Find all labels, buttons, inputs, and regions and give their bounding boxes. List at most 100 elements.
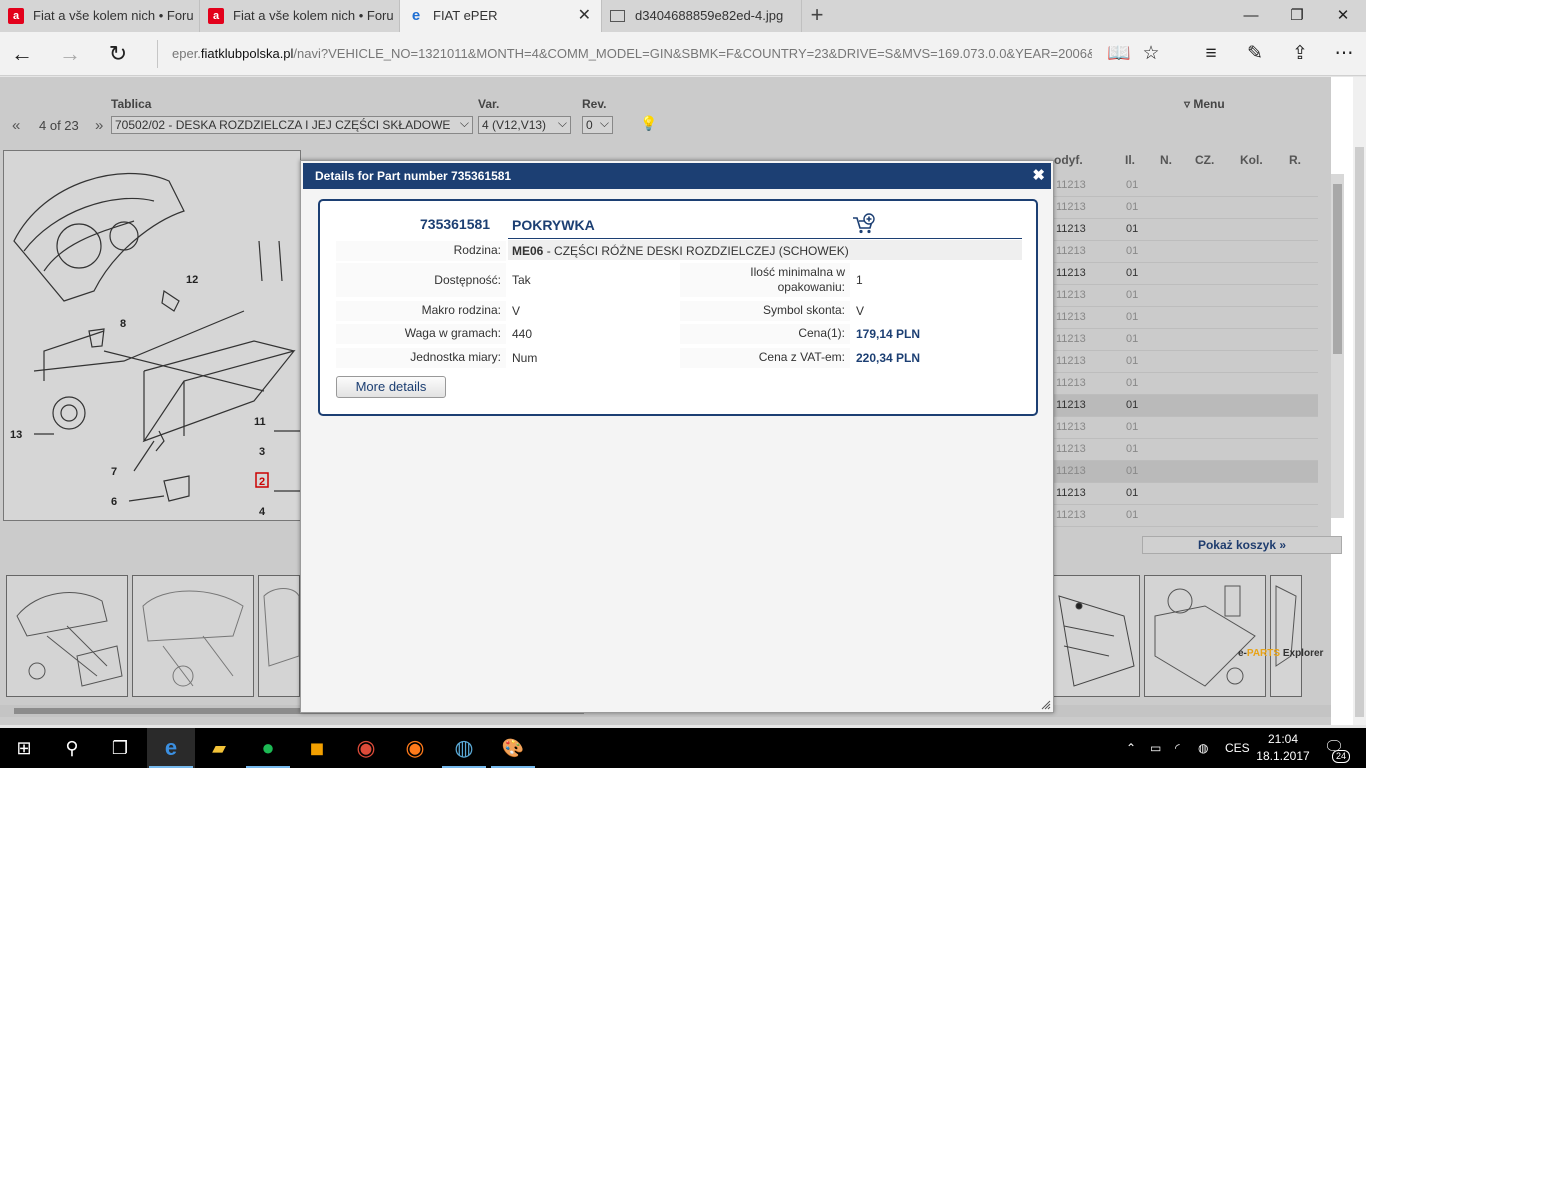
tab-fiat-eper[interactable]: e FIAT ePER ✕	[400, 0, 602, 32]
language-indicator[interactable]: CES	[1225, 728, 1250, 768]
rodzina-code: ME06	[512, 244, 544, 258]
thumbnail[interactable]	[1144, 575, 1266, 697]
page-scrollbar[interactable]	[1353, 77, 1366, 725]
prev-table-icon[interactable]: «	[12, 117, 20, 134]
more-details-button[interactable]: More details	[336, 376, 446, 398]
modification-cell: 11213	[1056, 267, 1086, 279]
rev-select[interactable]: 0	[582, 116, 613, 134]
table-row[interactable]: 11213 01	[1054, 219, 1318, 241]
modification-cell: 11213	[1056, 179, 1086, 191]
chrome-icon[interactable]: ◉	[342, 728, 390, 768]
quantity-cell: 01	[1126, 399, 1139, 411]
hub-icon[interactable]: ≡	[1193, 38, 1229, 70]
globe-icon[interactable]: ◍	[1198, 728, 1208, 768]
tab-forum-2[interactable]: a Fiat a vše kolem nich • Foru	[200, 0, 400, 32]
table-row[interactable]: 11213 01	[1054, 197, 1318, 219]
search-icon[interactable]: ⚲	[48, 728, 96, 768]
quantity-cell: 01	[1126, 377, 1139, 389]
resize-grip-icon[interactable]	[1039, 698, 1051, 710]
table-row[interactable]: 11213 01	[1054, 439, 1318, 461]
thumbnail[interactable]	[1054, 575, 1140, 697]
edge-taskbar-icon[interactable]: e	[147, 728, 195, 768]
diagram-label: 7	[111, 466, 117, 478]
battery-icon[interactable]: ▭	[1150, 728, 1161, 768]
back-button[interactable]: ←	[4, 38, 40, 70]
paint-icon[interactable]: 🎨	[489, 728, 537, 768]
table-row[interactable]: 11213 01	[1054, 461, 1318, 483]
table-row[interactable]: 11213 01	[1054, 505, 1318, 527]
favorite-star-icon[interactable]: ☆	[1133, 38, 1169, 70]
thumbnail-drawing	[16, 592, 123, 687]
url-field[interactable]: eper.fiatklubpolska.pl/navi?VEHICLE_NO=1…	[157, 40, 1092, 68]
diagram-label: 4	[259, 506, 266, 518]
tab-title: Fiat a vše kolem nich • Foru	[233, 8, 394, 23]
show-cart-button[interactable]: Pokaż koszyk »	[1142, 536, 1342, 554]
table-row[interactable]: 11213 01	[1054, 351, 1318, 373]
close-tab-icon[interactable]: ✕	[578, 0, 591, 32]
table-row[interactable]: 11213 01	[1054, 263, 1318, 285]
minimize-button[interactable]: —	[1228, 0, 1274, 32]
page-counter: 4 of 23	[39, 118, 79, 133]
refresh-button[interactable]: ↻	[100, 38, 136, 70]
thumbnail[interactable]	[132, 575, 254, 697]
table-select[interactable]: 70502/02 - DESKA ROZDZIELCZA I JEJ CZĘŚC…	[111, 116, 473, 134]
start-button[interactable]: ⊞	[0, 728, 48, 768]
grid-scroll-thumb[interactable]	[1333, 184, 1342, 354]
thumbnail[interactable]	[258, 575, 300, 697]
thumbnail-drawing	[1058, 595, 1135, 687]
rodzina-label: Rodzina:	[336, 241, 506, 261]
table-row[interactable]: 11213 01	[1054, 395, 1318, 417]
menu-link[interactable]: ▿ Menu	[1184, 97, 1225, 111]
page-scroll-thumb[interactable]	[1355, 147, 1364, 717]
table-row[interactable]: 11213 01	[1054, 483, 1318, 505]
share-icon[interactable]: ⇪	[1282, 38, 1318, 70]
brand-explorer: Explorer	[1280, 648, 1324, 659]
eparts-explorer-logo: e-PARTS Explorer	[1238, 648, 1323, 659]
outlook-icon[interactable]: ◼	[293, 728, 341, 768]
grid-scrollbar[interactable]	[1331, 174, 1344, 518]
show-hidden-icons[interactable]: ⌃	[1126, 728, 1136, 768]
network-app-icon[interactable]: ◍	[440, 728, 488, 768]
restore-button[interactable]: ❐	[1274, 0, 1320, 32]
var-select[interactable]: 4 (V12,V13)	[478, 116, 571, 134]
tab-forum-1[interactable]: a Fiat a vše kolem nich • Foru	[0, 0, 200, 32]
table-row[interactable]: 11213 01	[1054, 373, 1318, 395]
parts-diagram[interactable]: 12 8 13 11 3 7 2 6 4	[3, 150, 301, 521]
tab-image[interactable]: d3404688859e82ed-4.jpg	[602, 0, 802, 32]
reading-view-icon[interactable]: 📖	[1101, 38, 1137, 70]
web-note-icon[interactable]: ✎	[1237, 38, 1273, 70]
thumbnail[interactable]	[6, 575, 128, 697]
new-tab-button[interactable]: +	[806, 0, 828, 32]
table-row[interactable]: 11213 01	[1054, 307, 1318, 329]
more-icon[interactable]: ⋯	[1326, 38, 1362, 70]
dialog-title: Details for Part number 735361581	[315, 169, 512, 183]
table-row[interactable]: 11213 01	[1054, 329, 1318, 351]
field-label: Cena(1):	[680, 324, 850, 344]
task-view-icon[interactable]: ❐	[96, 728, 144, 768]
diagram-label-selected[interactable]: 2	[259, 476, 265, 488]
add-to-cart-icon[interactable]	[852, 213, 876, 235]
modification-cell: 11213	[1056, 465, 1086, 477]
table-row[interactable]: 11213 01	[1054, 241, 1318, 263]
firefox-icon[interactable]: ◉	[391, 728, 439, 768]
field-label: Waga w gramach:	[336, 324, 506, 344]
close-dialog-icon[interactable]: ✖	[1032, 163, 1045, 189]
header-divider	[508, 238, 1022, 239]
table-row[interactable]: 11213 01	[1054, 175, 1318, 197]
file-explorer-icon[interactable]: ▰	[195, 728, 243, 768]
table-row[interactable]: 11213 01	[1054, 285, 1318, 307]
forward-button[interactable]: →	[52, 38, 88, 70]
next-table-icon[interactable]: »	[95, 117, 103, 134]
thumbnail[interactable]	[1270, 575, 1302, 697]
image-icon	[610, 10, 625, 22]
field-value: Num	[512, 351, 538, 365]
screen: a Fiat a vše kolem nich • Foru a Fiat a …	[0, 0, 1366, 768]
spotify-icon[interactable]: ●	[244, 728, 292, 768]
brand-parts: PARTS	[1246, 648, 1281, 659]
table-row[interactable]: 11213 01	[1054, 417, 1318, 439]
modification-cell: 11213	[1056, 399, 1086, 411]
wifi-icon[interactable]: ◜	[1175, 728, 1180, 768]
close-window-button[interactable]: ✕	[1320, 0, 1366, 32]
clock[interactable]: 21:04 18.1.2017	[1250, 731, 1316, 765]
hint-bulb-icon[interactable]: 💡	[640, 115, 658, 133]
